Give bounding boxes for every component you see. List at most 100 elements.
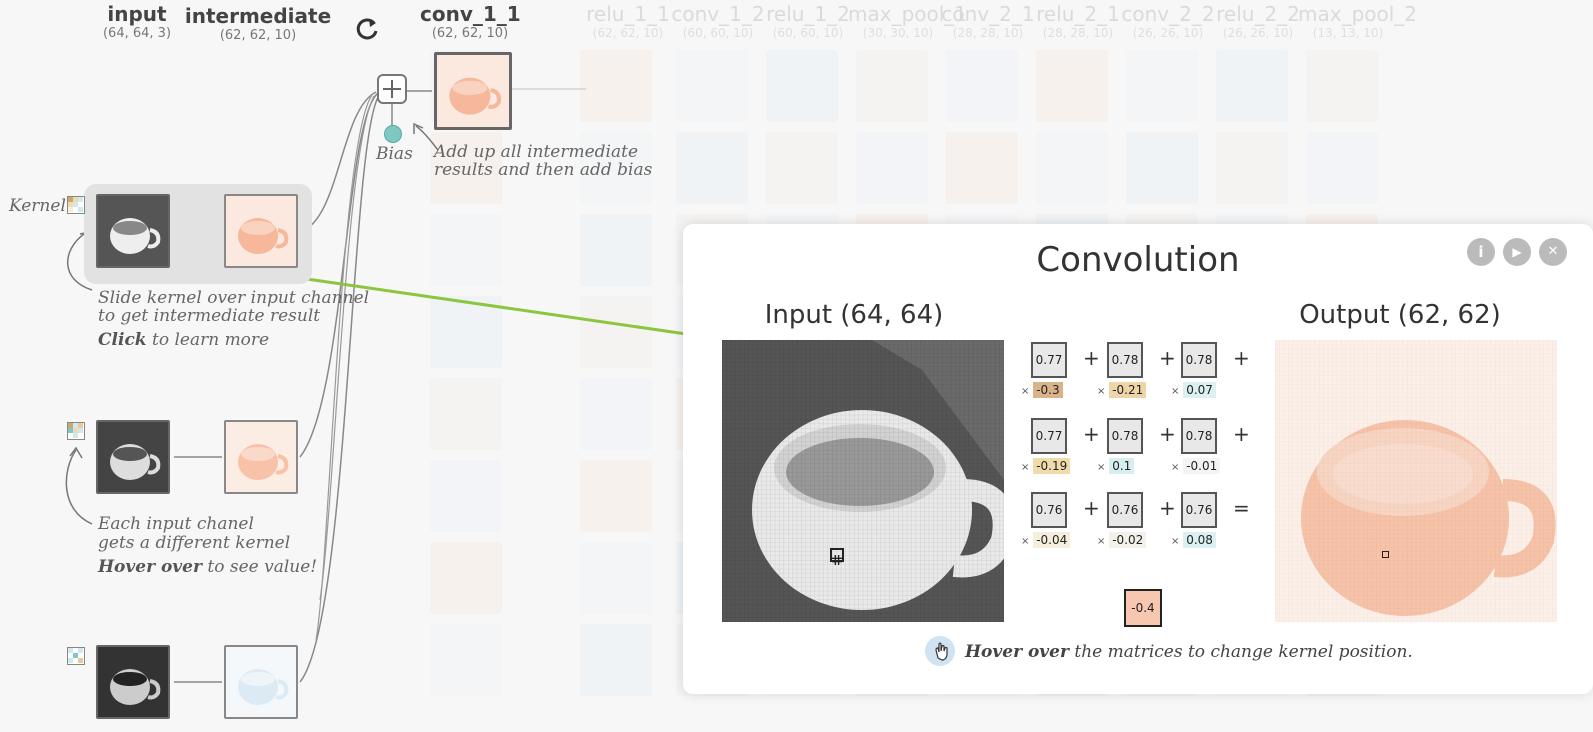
kernel-3-icon[interactable] (67, 647, 85, 665)
close-icon[interactable]: ✕ (1539, 238, 1567, 266)
kernel-input-value[interactable]: 0.76 (1181, 492, 1217, 528)
weight-value: 0.1 (1109, 458, 1135, 474)
kernel-input-value[interactable]: 0.76 (1031, 492, 1067, 528)
kernel-weight: × -0.04 (1021, 532, 1071, 548)
faded-feature-map (1126, 132, 1198, 204)
result-value[interactable]: -0.4 (1124, 589, 1162, 627)
kernel-weight: × -0.3 (1021, 382, 1063, 398)
faded-column-header[interactable]: conv_2_2 (26, 26, 10) (1118, 2, 1218, 40)
faded-feature-map (946, 50, 1018, 122)
faded-column-header[interactable]: conv_2_1 (28, 28, 10) (938, 2, 1038, 40)
output-position-marker (1382, 551, 1389, 558)
panel-title: Convolution (1036, 240, 1240, 280)
kernel-input-value[interactable]: 0.77 (1031, 418, 1067, 454)
faded-feature-map (1306, 132, 1378, 204)
each-note-line-2: gets a different kernel (98, 533, 291, 553)
faded-column-header[interactable]: relu_2_2 (26, 26, 10) (1208, 2, 1308, 40)
faded-column-header[interactable]: relu_2_1 (28, 28, 10) (1028, 2, 1128, 40)
column-shape: (13, 13, 10) (1312, 26, 1384, 40)
kernel-input-value[interactable]: 0.76 (1107, 492, 1143, 528)
column-shape: (28, 28, 10) (1042, 26, 1114, 40)
faded-feature-map (946, 132, 1018, 204)
operator: + (1233, 422, 1250, 446)
slide-note-line-3: Click to learn more (98, 330, 269, 350)
faded-feature-map (1216, 132, 1288, 204)
weight-value: 0.07 (1183, 382, 1216, 398)
weight-value: -0.19 (1033, 458, 1071, 474)
intermediate-result-1[interactable] (224, 194, 298, 268)
intermediate-result-3[interactable] (224, 645, 298, 719)
multiply-sign: × (1171, 536, 1180, 547)
column-name: max_pool_2 (1298, 2, 1418, 26)
operator: + (1233, 346, 1250, 370)
multiply-sign: × (1171, 462, 1180, 473)
output-label: Output (62, 62) (1299, 300, 1501, 330)
multiply-sign: × (1021, 462, 1030, 473)
faded-feature-map (856, 132, 928, 204)
slide-note-bold: Click (98, 330, 147, 350)
multiply-sign: × (1021, 386, 1030, 397)
operator: + (1159, 422, 1176, 446)
kernel-weight: × -0.21 (1097, 382, 1147, 398)
faded-feature-map (1036, 50, 1108, 122)
bias-label: Bias (376, 144, 413, 164)
add-note-line-1: Add up all intermediate (434, 142, 639, 162)
input-channel-1[interactable] (96, 194, 170, 268)
weight-value: -0.04 (1033, 532, 1071, 548)
column-shape: (26, 26, 10) (1132, 26, 1204, 40)
operator: = (1233, 496, 1250, 520)
convolution-panel: Convolution i ▶ ✕ Input (64, 64) Output … (683, 224, 1593, 694)
intermediate-result-2[interactable] (224, 420, 298, 494)
multiply-sign: × (1021, 536, 1030, 547)
operator: + (1159, 496, 1176, 520)
operator: + (1083, 346, 1100, 370)
column-name: conv_2_1 (941, 2, 1035, 26)
column-shape: (60, 60, 10) (772, 26, 844, 40)
faded-feature-map (856, 50, 928, 122)
column-name: max_pool_1 (848, 2, 968, 26)
multiply-sign: × (1097, 536, 1106, 547)
kernel-input-value[interactable]: 0.78 (1181, 418, 1217, 454)
weight-value: -0.21 (1109, 382, 1147, 398)
multiply-sign: × (1097, 462, 1106, 473)
faded-feature-map (766, 132, 838, 204)
kernel-2-icon[interactable] (67, 422, 85, 440)
input-channel-3[interactable] (96, 645, 170, 719)
panel-hint-bold: Hover over (965, 642, 1069, 662)
column-name: conv_2_2 (1121, 2, 1215, 26)
input-channel-2[interactable] (96, 420, 170, 494)
kernel-weight: × -0.02 (1097, 532, 1147, 548)
kernel-weight: × 0.07 (1171, 382, 1216, 398)
faded-column-header[interactable]: max_pool_1 (30, 30, 10) (848, 2, 968, 40)
kernel-input-value[interactable]: 0.77 (1031, 342, 1067, 378)
kernel-weight: × 0.08 (1171, 532, 1216, 548)
faded-column-header[interactable]: relu_1_2 (60, 60, 10) (758, 2, 858, 40)
panel-hint: Hover over the matrices to change kernel… (965, 642, 1413, 662)
each-note-rest: to see value! (201, 557, 318, 577)
faded-column-header[interactable]: max_pool_2 (13, 13, 10) (1298, 2, 1418, 40)
kernel-position-marker (830, 548, 844, 565)
hand-pointer-icon (925, 636, 955, 666)
kernel-weight: × 0.1 (1097, 458, 1135, 474)
kernel-input-value[interactable]: 0.78 (1181, 342, 1217, 378)
network-connectors (65, 88, 700, 683)
faded-feature-map (766, 50, 838, 122)
kernel-1-icon[interactable] (67, 196, 85, 214)
output-matrix[interactable] (1275, 340, 1557, 622)
kernel-input-value[interactable]: 0.78 (1107, 418, 1143, 454)
panel-hint-rest: the matrices to change kernel position. (1068, 642, 1413, 662)
faded-feature-map (1306, 50, 1378, 122)
faded-column-headers: relu_1_1 (62, 62, 10) conv_1_2 (60, 60, 10)… (578, 2, 1578, 46)
play-icon[interactable]: ▶ (1503, 238, 1531, 266)
faded-feature-map (1216, 50, 1288, 122)
column-name: relu_2_1 (1036, 2, 1120, 26)
kernel-input-value[interactable]: 0.78 (1107, 342, 1143, 378)
info-icon[interactable]: i (1467, 238, 1495, 266)
column-shape: (26, 26, 10) (1222, 26, 1294, 40)
conv-1-1-output[interactable] (434, 52, 512, 130)
faded-feature-map (1126, 50, 1198, 122)
column-name: relu_1_2 (766, 2, 850, 26)
column-shape: (30, 30, 10) (862, 26, 934, 40)
bias-node[interactable] (384, 125, 402, 143)
input-matrix[interactable] (722, 340, 1004, 622)
